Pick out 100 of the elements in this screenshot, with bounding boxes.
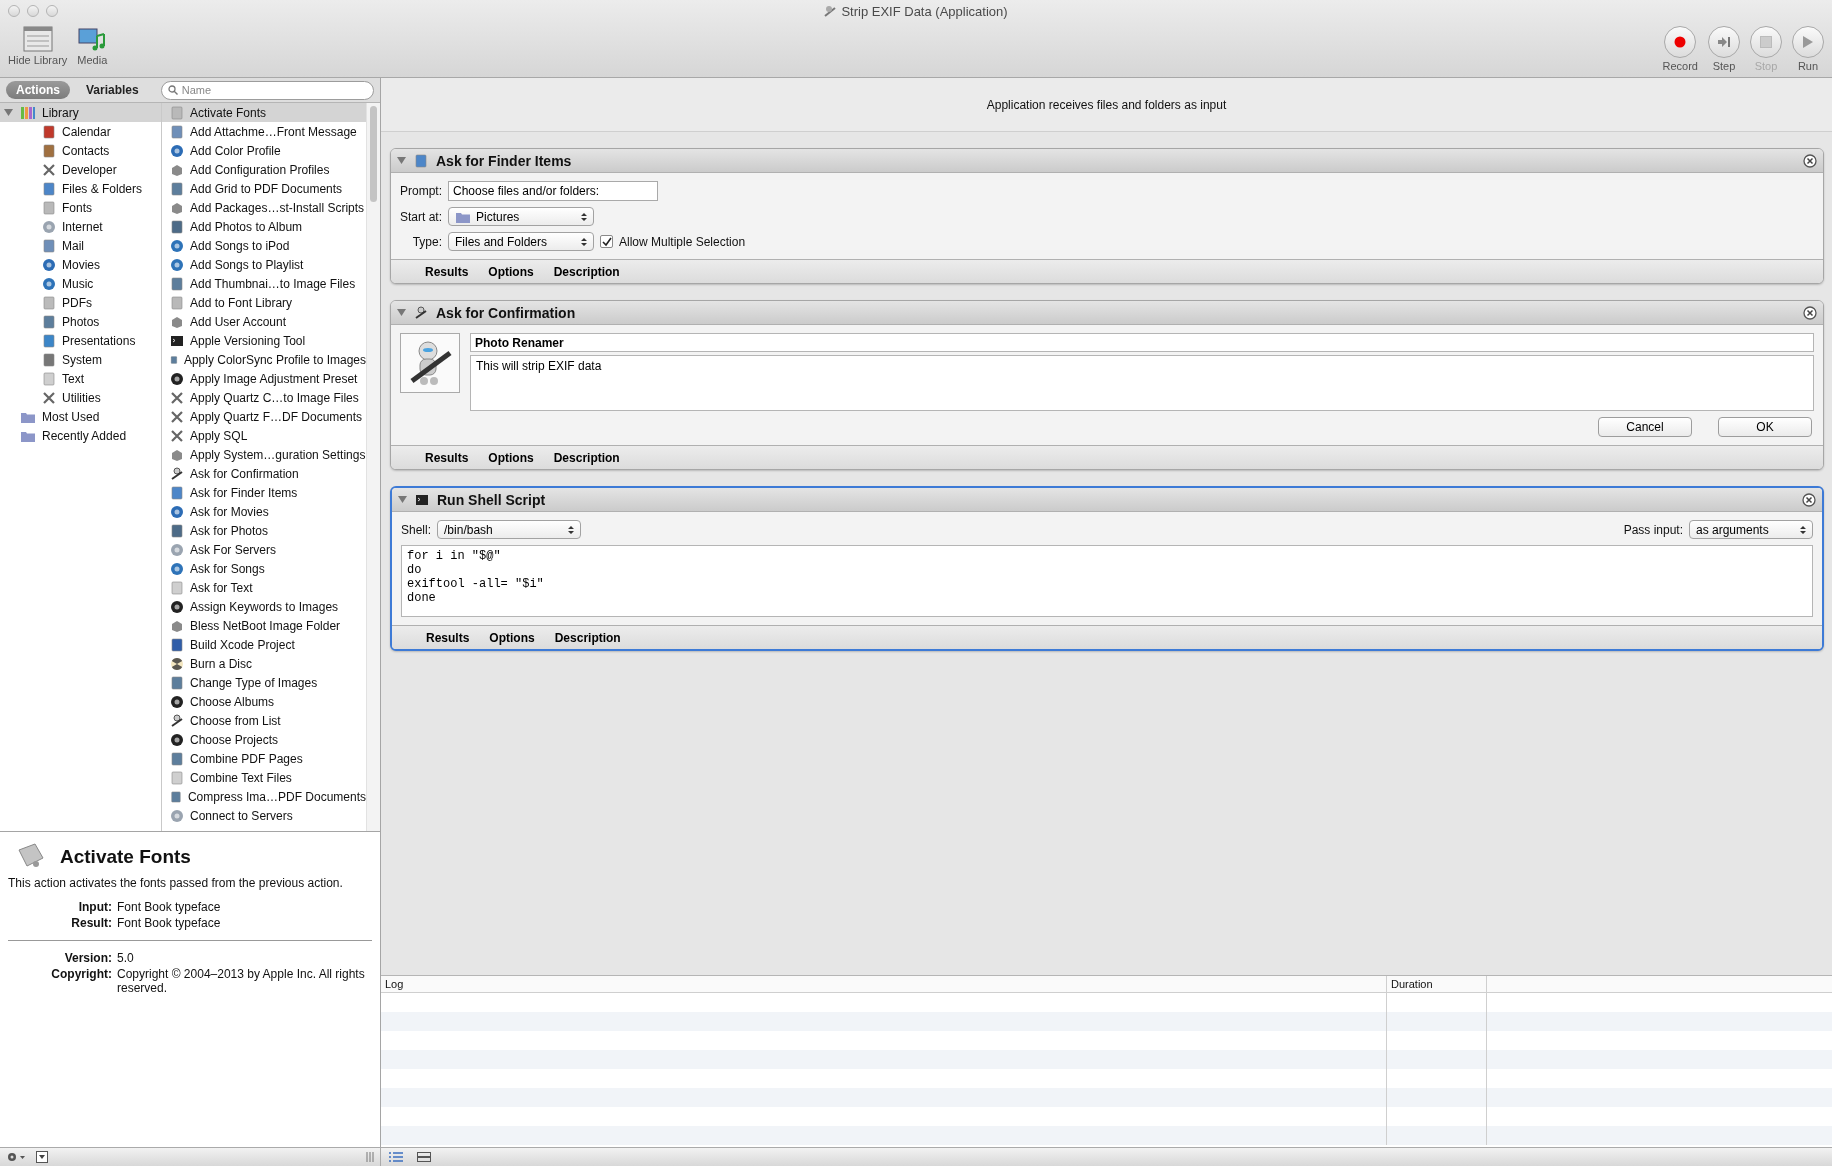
ok-button[interactable]: OK bbox=[1718, 417, 1812, 437]
column-header[interactable]: Duration bbox=[1387, 976, 1487, 992]
action-item[interactable]: Add Color Profile bbox=[162, 141, 366, 160]
action-item[interactable]: Apple Versioning Tool bbox=[162, 331, 366, 350]
checkbox[interactable] bbox=[600, 235, 613, 248]
action-item[interactable]: Connect to Servers bbox=[162, 806, 366, 825]
library-item[interactable]: Library bbox=[0, 103, 161, 122]
disclosure-triangle-icon[interactable] bbox=[398, 495, 407, 504]
disclosure-triangle-icon[interactable] bbox=[4, 108, 13, 117]
action-item[interactable]: Add Configuration Profiles bbox=[162, 160, 366, 179]
window-button[interactable] bbox=[46, 5, 58, 17]
title-field[interactable]: Photo Renamer bbox=[470, 333, 1814, 352]
action-item[interactable]: Choose from List bbox=[162, 711, 366, 730]
action-item[interactable]: Bless NetBoot Image Folder bbox=[162, 616, 366, 635]
action-item[interactable]: Assign Keywords to Images bbox=[162, 597, 366, 616]
action-item[interactable]: Apply System…guration Settings bbox=[162, 445, 366, 464]
search-field[interactable]: Name bbox=[160, 80, 374, 100]
library-item[interactable]: Files & Folders bbox=[0, 179, 161, 198]
action-item[interactable]: Apply Quartz F…DF Documents bbox=[162, 407, 366, 426]
library-item[interactable]: Internet bbox=[0, 217, 161, 236]
gear-icon[interactable] bbox=[6, 1151, 26, 1163]
footer-tab[interactable]: Options bbox=[481, 630, 543, 645]
library-item[interactable]: Utilities bbox=[0, 388, 161, 407]
library-item[interactable]: Contacts bbox=[0, 141, 161, 160]
action-item[interactable]: Combine Text Files bbox=[162, 768, 366, 787]
footer-tab[interactable]: Results bbox=[418, 630, 478, 645]
pass-input-popup[interactable]: as arguments bbox=[1689, 520, 1813, 539]
library-item[interactable]: Recently Added bbox=[0, 426, 161, 445]
library-item[interactable]: Developer bbox=[0, 160, 161, 179]
library-item[interactable]: Movies bbox=[0, 255, 161, 274]
footer-tab[interactable]: Description bbox=[545, 450, 628, 465]
action-item[interactable]: Add Songs to iPod bbox=[162, 236, 366, 255]
start-at-popup[interactable]: Pictures bbox=[448, 207, 594, 226]
library-item[interactable]: Mail bbox=[0, 236, 161, 255]
action-item[interactable]: Add Songs to Playlist bbox=[162, 255, 366, 274]
footer-tab[interactable]: Description bbox=[546, 630, 629, 645]
resize-handle-icon[interactable] bbox=[366, 1152, 374, 1162]
collapse-view-icon[interactable] bbox=[417, 1152, 431, 1162]
list-view-icon[interactable] bbox=[389, 1152, 403, 1162]
footer-tab[interactable]: Options bbox=[480, 264, 542, 279]
close-icon[interactable] bbox=[1803, 305, 1817, 320]
footer-tab[interactable]: Options bbox=[480, 450, 542, 465]
action-item[interactable]: Ask for Songs bbox=[162, 559, 366, 578]
library-item[interactable]: Music bbox=[0, 274, 161, 293]
library-item[interactable]: Photos bbox=[0, 312, 161, 331]
window-icon bbox=[22, 26, 53, 52]
column-header[interactable]: Log bbox=[381, 976, 1387, 992]
action-item[interactable]: Compress Ima…PDF Documents bbox=[162, 787, 366, 806]
library-item[interactable]: System bbox=[0, 350, 161, 369]
action-item[interactable]: Add Packages…st-Install Scripts bbox=[162, 198, 366, 217]
library-item[interactable]: Calendar bbox=[0, 122, 161, 141]
action-item[interactable]: Apply SQL bbox=[162, 426, 366, 445]
library-item[interactable]: PDFs bbox=[0, 293, 161, 312]
window-button[interactable] bbox=[8, 5, 20, 17]
action-item[interactable]: Add Attachme…Front Message bbox=[162, 122, 366, 141]
action-item[interactable]: Ask for Movies bbox=[162, 502, 366, 521]
library-item[interactable]: Fonts bbox=[0, 198, 161, 217]
window-button[interactable] bbox=[27, 5, 39, 17]
type-popup[interactable]: Files and Folders bbox=[448, 232, 594, 251]
script-editor[interactable]: for i in "$@" do exiftool -all= "$i" done bbox=[401, 545, 1813, 617]
toolbar-button[interactable]: Media bbox=[77, 26, 108, 66]
action-item[interactable]: Add Grid to PDF Documents bbox=[162, 179, 366, 198]
action-item[interactable]: Choose Projects bbox=[162, 730, 366, 749]
library-tab[interactable]: Variables bbox=[76, 81, 149, 99]
action-item[interactable]: Apply Image Adjustment Preset bbox=[162, 369, 366, 388]
action-item[interactable]: Change Type of Images bbox=[162, 673, 366, 692]
info-label: Result: bbox=[70, 916, 112, 930]
message-field[interactable]: This will strip EXIF data bbox=[470, 355, 1814, 411]
library-item[interactable]: Text bbox=[0, 369, 161, 388]
close-icon[interactable] bbox=[1803, 153, 1817, 168]
library-item[interactable]: Most Used bbox=[0, 407, 161, 426]
action-item[interactable]: Ask For Servers bbox=[162, 540, 366, 559]
action-item[interactable]: Apply ColorSync Profile to Images bbox=[162, 350, 366, 369]
action-item[interactable]: Burn a Disc bbox=[162, 654, 366, 673]
action-item[interactable]: Add to Font Library bbox=[162, 293, 366, 312]
footer-tab[interactable]: Results bbox=[417, 264, 477, 279]
footer-tab[interactable]: Results bbox=[417, 450, 477, 465]
action-item[interactable]: Ask for Text bbox=[162, 578, 366, 597]
close-icon[interactable] bbox=[1802, 492, 1816, 507]
action-item[interactable]: Activate Fonts bbox=[162, 103, 366, 122]
action-item[interactable]: Build Xcode Project bbox=[162, 635, 366, 654]
action-item[interactable]: Combine PDF Pages bbox=[162, 749, 366, 768]
cancel-button[interactable]: Cancel bbox=[1598, 417, 1692, 437]
library-item[interactable]: Presentations bbox=[0, 331, 161, 350]
disclosure-triangle-icon[interactable] bbox=[397, 308, 406, 317]
shell-popup[interactable]: /bin/bash bbox=[437, 520, 582, 539]
action-item[interactable]: Add Thumbnai…to Image Files bbox=[162, 274, 366, 293]
description-toggle-icon[interactable] bbox=[36, 1151, 48, 1163]
disclosure-triangle-icon[interactable] bbox=[397, 156, 406, 165]
action-item[interactable]: Choose Albums bbox=[162, 692, 366, 711]
action-item[interactable]: Ask for Photos bbox=[162, 521, 366, 540]
action-item[interactable]: Add Photos to Album bbox=[162, 217, 366, 236]
footer-tab[interactable]: Description bbox=[545, 264, 628, 279]
action-item[interactable]: Add User Account bbox=[162, 312, 366, 331]
scrollbar[interactable] bbox=[366, 103, 380, 831]
action-item[interactable]: Ask for Confirmation bbox=[162, 464, 366, 483]
prompt-field[interactable]: Choose files and/or folders: bbox=[448, 181, 658, 201]
toolbar-button[interactable]: Hide Library bbox=[8, 26, 68, 66]
action-item[interactable]: Ask for Finder Items bbox=[162, 483, 366, 502]
action-item[interactable]: Apply Quartz C…to Image Files bbox=[162, 388, 366, 407]
